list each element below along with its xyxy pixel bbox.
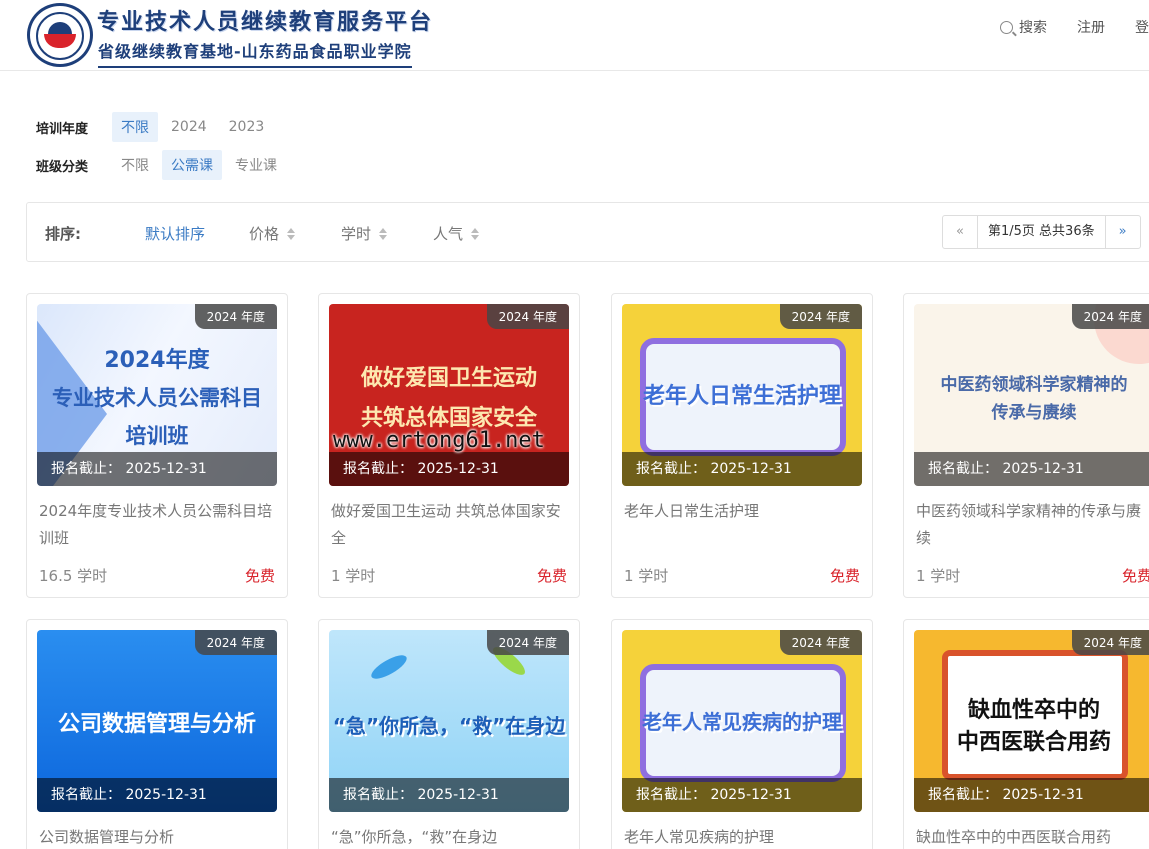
thumb-text: 2024年度 — [104, 348, 210, 373]
course-hours: 1 学时 — [916, 567, 961, 585]
deadline-bar: 报名截止： 2025-12-31 — [914, 452, 1149, 486]
course-thumbnail[interactable]: 做好爱国卫生运动 共筑总体国家安全 2024 年度 报名截止： 2025-12-… — [329, 304, 569, 486]
course-title[interactable]: 老年人日常生活护理 — [624, 498, 862, 525]
course-hours: 1 学时 — [331, 567, 376, 585]
sort-hours[interactable]: 学时 — [341, 223, 388, 244]
sort-popularity[interactable]: 人气 — [433, 223, 480, 244]
course-hours: 1 学时 — [624, 567, 669, 585]
thumb-text: 传承与赓续 — [991, 403, 1077, 423]
filter-category-option-all[interactable]: 不限 — [112, 150, 158, 180]
course-thumbnail[interactable]: 2024年度 专业技术人员公需科目 培训班 2024 年度 报名截止： 2025… — [37, 304, 277, 486]
filter-year-option-2024[interactable]: 2024 — [162, 114, 216, 140]
course-title[interactable]: 公司数据管理与分析 — [39, 824, 277, 849]
pager-info: 第1/5页 总共36条 — [977, 216, 1106, 248]
search-icon — [1000, 20, 1013, 34]
site-subtitle: 省级继续教育基地-山东药品食品职业学院 — [98, 38, 412, 68]
watermark-text: www.ertong61.net — [333, 428, 545, 453]
login-link[interactable]: 登 — [1135, 17, 1149, 37]
deadline-bar: 报名截止： 2025-12-31 — [329, 778, 569, 812]
sort-default-label: 默认排序 — [145, 225, 206, 243]
course-title[interactable]: 中医药领域科学家精神的传承与赓续 — [916, 498, 1149, 552]
course-price: 免费 — [244, 567, 275, 585]
thumb-text: 专业技术人员公需科目 — [52, 386, 262, 410]
sort-arrows-icon — [471, 227, 480, 240]
filter-year-option-all[interactable]: 不限 — [112, 112, 158, 142]
thumb-text: 老年人常见疾病的护理 — [642, 710, 842, 734]
course-card[interactable]: 中医药领域科学家精神的 传承与赓续 2024 年度 报名截止： 2025-12-… — [903, 293, 1149, 598]
thumb-text: 培训班 — [125, 424, 189, 448]
sort-bar: 排序: 默认排序 价格 学时 人气 « 第1/5页 总共36条 » — [26, 202, 1149, 262]
thumb-text: 缺血性卒中的 — [967, 698, 1100, 723]
top-nav: 搜索 注册 登 — [1000, 17, 1149, 37]
pager-next-button[interactable]: » — [1106, 216, 1140, 248]
year-badge: 2024 年度 — [486, 630, 569, 655]
year-badge: 2024 年度 — [486, 304, 569, 329]
course-thumbnail[interactable]: 中医药领域科学家精神的 传承与赓续 2024 年度 报名截止： 2025-12-… — [914, 304, 1149, 486]
course-title[interactable]: 老年人常见疾病的护理 — [624, 824, 862, 849]
sort-price[interactable]: 价格 — [249, 223, 296, 244]
course-price: 免费 — [829, 567, 860, 585]
filter-year: 培训年度 不限 2024 2023 — [36, 112, 277, 142]
search-link[interactable]: 搜索 — [1000, 17, 1047, 37]
filter-year-label: 培训年度 — [36, 121, 89, 137]
pager-prev-button[interactable]: « — [943, 216, 977, 248]
course-card[interactable]: 公司数据管理与分析 2024 年度 报名截止： 2025-12-31 公司数据管… — [26, 619, 288, 849]
course-card[interactable]: 缺血性卒中的 中西医联合用药 2024 年度 报名截止： 2025-12-31 … — [903, 619, 1149, 849]
course-card[interactable]: 老年人常见疾病的护理 2024 年度 报名截止： 2025-12-31 老年人常… — [611, 619, 873, 849]
thumb-text: 老年人日常生活护理 — [642, 384, 841, 409]
sort-hours-label: 学时 — [341, 225, 372, 243]
course-thumbnail[interactable]: 老年人常见疾病的护理 2024 年度 报名截止： 2025-12-31 — [622, 630, 862, 812]
year-badge: 2024 年度 — [779, 630, 862, 655]
sort-arrows-icon — [287, 227, 296, 240]
deadline-bar: 报名截止： 2025-12-31 — [37, 452, 277, 486]
deadline-bar: 报名截止： 2025-12-31 — [914, 778, 1149, 812]
filter-category-label: 班级分类 — [36, 159, 89, 175]
course-price: 免费 — [536, 567, 567, 585]
logo-emblem-icon[interactable] — [27, 3, 93, 67]
course-thumbnail[interactable]: “急”你所急，“救”在身边 2024 年度 报名截止： 2025-12-31 — [329, 630, 569, 812]
course-card[interactable]: 2024年度 专业技术人员公需科目 培训班 2024 年度 报名截止： 2025… — [26, 293, 288, 598]
sort-popularity-label: 人气 — [433, 225, 464, 243]
year-badge: 2024 年度 — [779, 304, 862, 329]
course-card[interactable]: “急”你所急，“救”在身边 2024 年度 报名截止： 2025-12-31 “… — [318, 619, 580, 849]
year-badge: 2024 年度 — [1071, 630, 1149, 655]
deadline-bar: 报名截止： 2025-12-31 — [622, 452, 862, 486]
deadline-bar: 报名截止： 2025-12-31 — [329, 452, 569, 486]
year-badge: 2024 年度 — [194, 304, 277, 329]
sort-price-label: 价格 — [249, 225, 280, 243]
course-card[interactable]: 老年人日常生活护理 2024 年度 报名截止： 2025-12-31 老年人日常… — [611, 293, 873, 598]
course-thumbnail[interactable]: 老年人日常生活护理 2024 年度 报名截止： 2025-12-31 — [622, 304, 862, 486]
thumb-text: 做好爱国卫生运动 — [360, 366, 537, 391]
course-thumbnail[interactable]: 缺血性卒中的 中西医联合用药 2024 年度 报名截止： 2025-12-31 — [914, 630, 1149, 812]
thumb-text: 中西医联合用药 — [956, 730, 1111, 755]
thumb-text: 公司数据管理与分析 — [57, 712, 256, 737]
course-price: 免费 — [1121, 567, 1149, 585]
course-title[interactable]: “急”你所急，“救”在身边 — [331, 824, 569, 849]
site-title[interactable]: 专业技术人员继续教育服务平台 — [97, 4, 433, 36]
register-link[interactable]: 注册 — [1077, 17, 1105, 37]
site-header: 专业技术人员继续教育服务平台 省级继续教育基地-山东药品食品职业学院 搜索 注册… — [0, 0, 1149, 71]
filter-category-option-public[interactable]: 公需课 — [162, 150, 222, 180]
course-title[interactable]: 2024年度专业技术人员公需科目培训班 — [39, 498, 277, 552]
thumb-text: “急”你所急，“救”在身边 — [332, 714, 566, 738]
sort-arrows-icon — [379, 227, 388, 240]
year-badge: 2024 年度 — [194, 630, 277, 655]
filter-year-option-2023[interactable]: 2023 — [220, 114, 274, 140]
course-title[interactable]: 缺血性卒中的中西医联合用药 — [916, 824, 1149, 849]
deadline-bar: 报名截止： 2025-12-31 — [622, 778, 862, 812]
pager: « 第1/5页 总共36条 » — [942, 215, 1141, 249]
filter-category-option-professional[interactable]: 专业课 — [226, 150, 286, 180]
course-thumbnail[interactable]: 公司数据管理与分析 2024 年度 报名截止： 2025-12-31 — [37, 630, 277, 812]
course-title[interactable]: 做好爱国卫生运动 共筑总体国家安全 — [331, 498, 569, 552]
year-badge: 2024 年度 — [1071, 304, 1149, 329]
sort-default[interactable]: 默认排序 — [145, 223, 205, 244]
sort-label: 排序: — [45, 225, 81, 243]
thumb-text: 中医药领域科学家精神的 — [940, 375, 1128, 395]
search-label: 搜索 — [1019, 20, 1047, 36]
filter-category: 班级分类 不限 公需课 专业课 — [36, 150, 290, 180]
deadline-bar: 报名截止： 2025-12-31 — [37, 778, 277, 812]
course-hours: 16.5 学时 — [39, 567, 108, 585]
